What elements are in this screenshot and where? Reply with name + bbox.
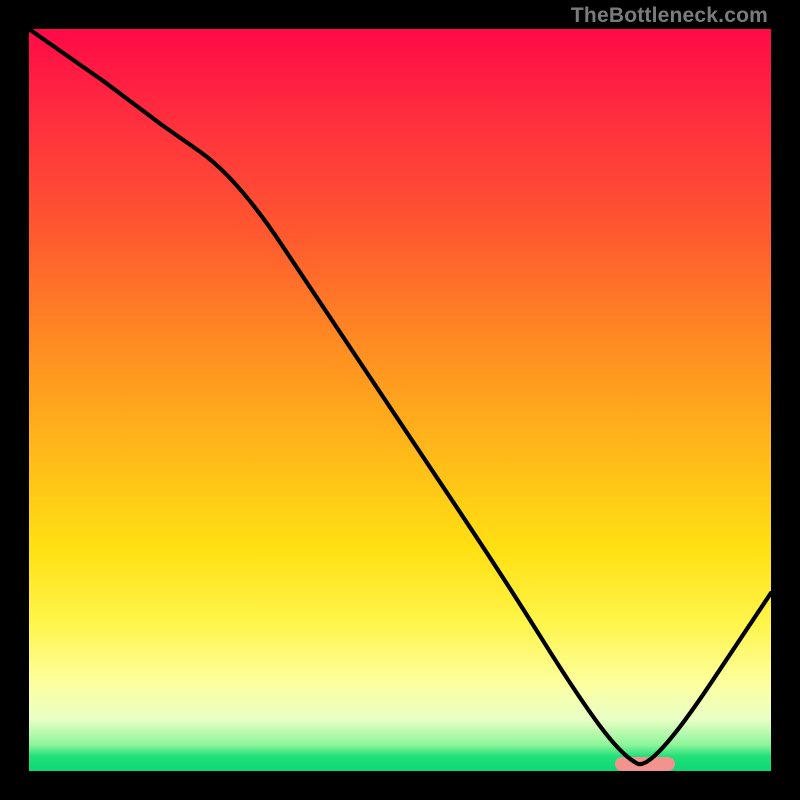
plot-area	[29, 29, 771, 771]
watermark-text: TheBottleneck.com	[571, 4, 768, 28]
bottleneck-curve	[29, 29, 771, 771]
chart-frame: TheBottleneck.com	[0, 0, 800, 800]
